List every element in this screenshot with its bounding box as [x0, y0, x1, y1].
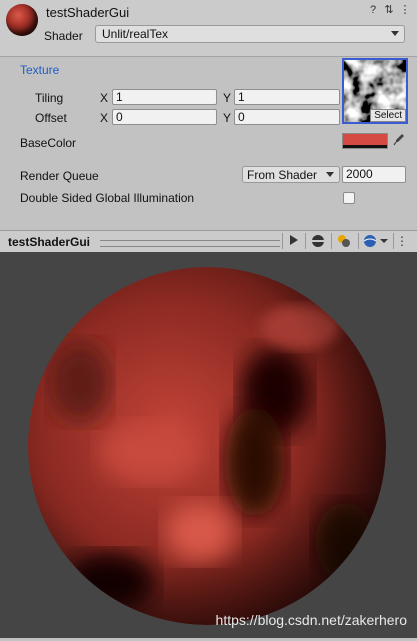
- offset-y-label: Y: [223, 111, 232, 125]
- more-icon[interactable]: ⋮: [396, 234, 408, 248]
- offset-x-input[interactable]: 0: [112, 109, 217, 125]
- material-title: testShaderGui: [46, 5, 130, 20]
- render-queue-dropdown[interactable]: From Shader: [242, 166, 340, 183]
- tiling-y-input[interactable]: 1: [234, 89, 340, 105]
- shader-label: Shader: [44, 29, 83, 43]
- preview-toolbar: testShaderGui ⋮: [0, 230, 417, 253]
- preview-title: testShaderGui: [8, 235, 91, 249]
- resize-handle[interactable]: [100, 240, 280, 247]
- play-icon[interactable]: [286, 234, 302, 248]
- tiling-x-label: X: [100, 91, 109, 105]
- header-icons: ? ⇅ ⋮: [367, 4, 411, 16]
- sphere-icon[interactable]: [310, 234, 326, 248]
- help-icon[interactable]: ?: [367, 4, 379, 16]
- inspector-header: testShaderGui ? ⇅ ⋮ Shader Unlit/realTex: [0, 0, 417, 57]
- basecolor-label: BaseColor: [20, 136, 77, 150]
- shader-value: Unlit/realTex: [102, 27, 169, 41]
- offset-x-label: X: [100, 111, 109, 125]
- texture-slot[interactable]: Select: [342, 58, 408, 124]
- more-icon[interactable]: ⋮: [399, 4, 411, 16]
- eyedropper-icon[interactable]: [393, 133, 407, 149]
- texture-select-button[interactable]: Select: [370, 109, 406, 122]
- divider: [331, 233, 332, 249]
- light-icon[interactable]: [336, 234, 352, 248]
- shader-dropdown[interactable]: Unlit/realTex: [95, 25, 405, 43]
- chevron-down-icon: [391, 31, 399, 36]
- tiling-y-label: Y: [223, 91, 232, 105]
- tiling-x-input[interactable]: 1: [112, 89, 217, 105]
- mesh-dropdown-icon[interactable]: [362, 234, 390, 248]
- divider: [393, 233, 394, 249]
- render-queue-label: Render Queue: [20, 169, 99, 183]
- preview-area[interactable]: https://blog.csdn.net/zakerhero: [0, 252, 417, 638]
- gi-label: Double Sided Global Illumination: [20, 191, 195, 205]
- divider: [282, 233, 283, 249]
- basecolor-swatch[interactable]: [342, 133, 388, 149]
- alpha-bar: [343, 145, 387, 148]
- tiling-label: Tiling: [35, 91, 64, 105]
- sphere-preview: [28, 267, 386, 625]
- divider: [305, 233, 306, 249]
- offset-y-input[interactable]: 0: [234, 109, 340, 125]
- divider: [358, 233, 359, 249]
- preset-icon[interactable]: ⇅: [383, 4, 395, 16]
- material-thumbnail: [6, 4, 38, 36]
- texture-label: Texture: [20, 63, 60, 77]
- watermark: https://blog.csdn.net/zakerhero: [215, 612, 407, 628]
- gi-checkbox[interactable]: [343, 192, 355, 204]
- chevron-down-icon: [326, 172, 334, 177]
- render-queue-input[interactable]: 2000: [342, 166, 406, 183]
- render-queue-mode: From Shader: [247, 168, 318, 182]
- offset-label: Offset: [35, 111, 67, 125]
